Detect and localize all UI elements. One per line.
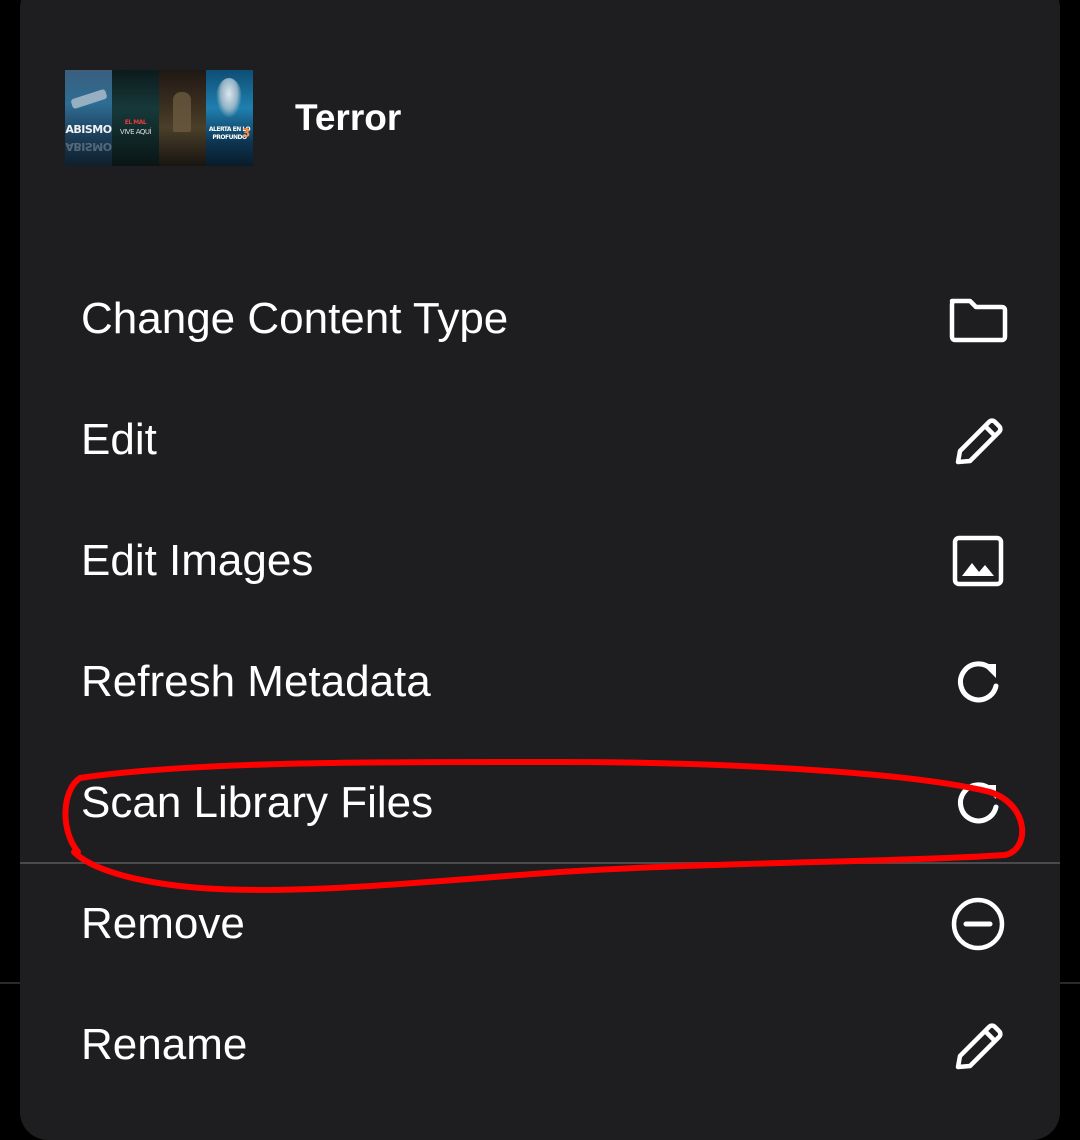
pencil-icon: [955, 418, 1003, 465]
menu-item-label: Remove: [81, 899, 245, 948]
collection-thumbnail: ABISMO ABISMO EL MAL VIVE AQUÍ ALERTA EN…: [65, 70, 253, 166]
menu-item-label: Edit Images: [81, 536, 314, 585]
menu-item-edit-images[interactable]: Edit Images: [20, 500, 1060, 621]
context-menu-sheet: ABISMO ABISMO EL MAL VIVE AQUÍ ALERTA EN…: [20, 0, 1060, 1140]
poster-thumbnail: ABISMO ABISMO: [65, 70, 112, 166]
menu-item-label: Scan Library Files: [81, 778, 434, 827]
menu-item-change-content-type[interactable]: Change Content Type: [20, 258, 1060, 379]
pencil-icon: [955, 1023, 1003, 1070]
folder-icon: [949, 298, 1008, 343]
menu-item-remove[interactable]: Remove: [20, 863, 1060, 984]
image-icon: [952, 535, 1004, 587]
menu-item-refresh-metadata[interactable]: Refresh Metadata: [20, 621, 1060, 742]
menu-list: Change Content Type Edit Edit Images Ref…: [20, 258, 1060, 1105]
menu-item-scan-library-files[interactable]: Scan Library Files: [20, 742, 1060, 863]
backdrop-divider-right: [1060, 982, 1080, 984]
menu-item-label: Rename: [81, 1020, 248, 1069]
menu-item-edit[interactable]: Edit: [20, 379, 1060, 500]
menu-item-label: Edit: [81, 415, 157, 464]
menu-header: ABISMO ABISMO EL MAL VIVE AQUÍ ALERTA EN…: [20, 68, 1060, 168]
backdrop-divider-left: [0, 982, 20, 984]
minus-circle-icon: [951, 897, 1005, 951]
refresh-icon: [958, 782, 999, 824]
refresh-icon: [958, 661, 999, 703]
collection-title: Terror: [295, 97, 402, 138]
poster-subtitle: VIVE AQUÍ: [119, 128, 152, 136]
menu-item-rename[interactable]: Rename: [20, 984, 1060, 1105]
poster-thumbnail: ALERTA EN LO PROFUNDO 3: [206, 70, 253, 166]
poster-title-reflection: ABISMO: [65, 140, 112, 153]
menu-divider: [20, 862, 1060, 864]
poster-number: 3: [242, 126, 251, 140]
poster-title: EL MAL: [124, 119, 147, 126]
menu-item-label: Refresh Metadata: [81, 657, 431, 706]
menu-item-label: Change Content Type: [81, 294, 509, 343]
poster-thumbnail: [159, 70, 206, 166]
poster-title: ABISMO: [65, 123, 112, 136]
poster-thumbnail: EL MAL VIVE AQUÍ: [112, 70, 159, 166]
